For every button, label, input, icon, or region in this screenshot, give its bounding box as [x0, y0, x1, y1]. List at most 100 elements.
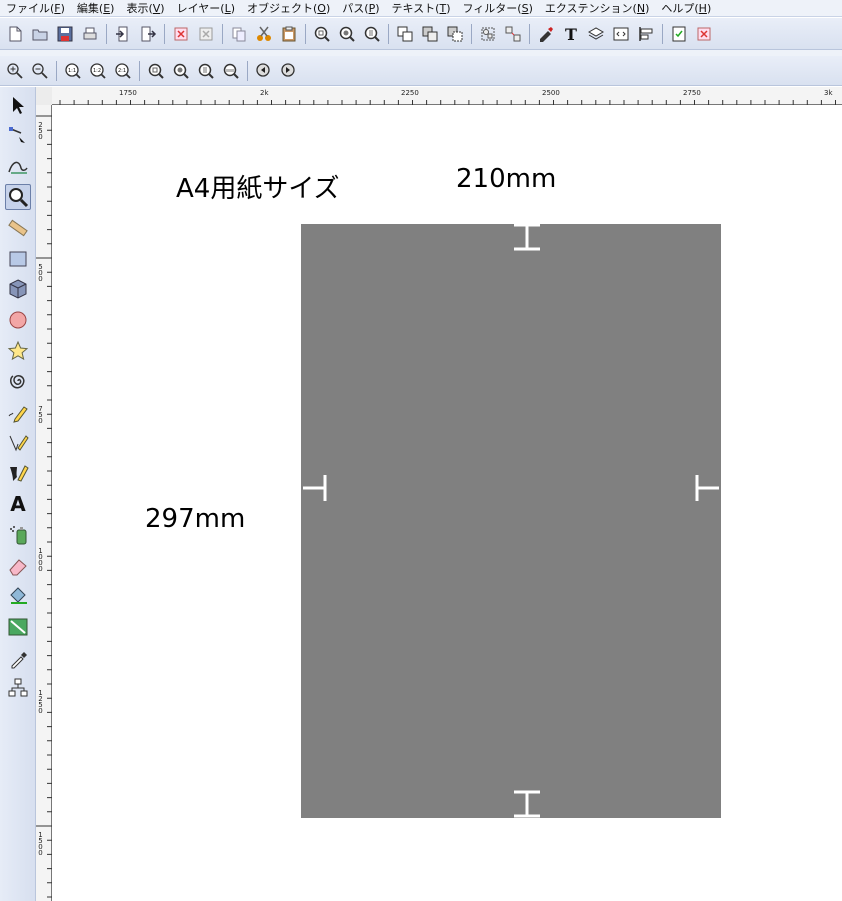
print-button[interactable]	[79, 23, 101, 45]
align-button[interactable]	[635, 23, 657, 45]
spiral-tool-button[interactable]	[5, 368, 31, 394]
save-icon	[57, 26, 73, 41]
rectangle-tool-button[interactable]	[5, 246, 31, 272]
menu-item-label-end: )	[375, 2, 380, 15]
selector-tool-button[interactable]	[5, 92, 31, 118]
layers-button[interactable]	[585, 23, 607, 45]
gradient-tool-button[interactable]	[5, 614, 31, 640]
group-button[interactable]	[477, 23, 499, 45]
paste-icon	[282, 26, 296, 41]
paste-button[interactable]	[278, 23, 300, 45]
menu-item-label-end: )	[645, 2, 650, 15]
paper-title-text[interactable]: A4用紙サイズ	[176, 168, 340, 205]
export-button[interactable]	[137, 23, 159, 45]
cut-button[interactable]	[253, 23, 275, 45]
preferences-button[interactable]	[693, 23, 715, 45]
menu-item[interactable]: テキスト(T)	[392, 0, 451, 16]
menu-item[interactable]: 表示(V)	[126, 0, 164, 16]
pen-tool-button[interactable]	[5, 430, 31, 456]
redo-button[interactable]	[195, 23, 217, 45]
ellipse-tool-button[interactable]	[5, 307, 31, 333]
zoom-1-2-button[interactable]: 1:2	[87, 60, 109, 82]
zoom-prev-button[interactable]	[253, 60, 275, 82]
vertical-ruler[interactable]: 250 500 750 1000 1250 1500	[36, 105, 52, 901]
copy-button[interactable]	[228, 23, 250, 45]
fill-stroke-icon	[540, 26, 553, 42]
document-properties-button[interactable]	[668, 23, 690, 45]
zoom-toolbar: 1:1 1:2 2:1	[0, 56, 842, 86]
ruler-label: 1250	[38, 689, 43, 715]
save-button[interactable]	[54, 23, 76, 45]
zoom-drawing-button[interactable]	[170, 60, 192, 82]
star-tool-button[interactable]	[5, 338, 31, 364]
zoom-selection-button[interactable]	[311, 23, 333, 45]
menu-item[interactable]: パス(P)	[342, 0, 379, 16]
3d-box-tool-icon	[9, 279, 27, 299]
unlink-clone-button[interactable]	[444, 23, 466, 45]
menu-item[interactable]: レイヤー(L)	[177, 0, 235, 16]
menu-bar: ファイル(F) 編集(E) 表示(V) レイヤー(L) オブジェクト(O) パス(P) テキ…	[0, 0, 842, 17]
menu-item[interactable]: オブジェクト(O)	[247, 0, 330, 16]
zoom-drawing-button[interactable]	[336, 23, 358, 45]
new-document-button[interactable]	[4, 23, 26, 45]
connector-tool-icon	[8, 678, 28, 697]
ungroup-button[interactable]	[502, 23, 524, 45]
right-scale-handle[interactable]	[693, 472, 721, 504]
dropper-tool-button[interactable]	[5, 645, 31, 671]
zoom-1-1-icon: 1:1	[65, 62, 81, 79]
duplicate-button[interactable]	[394, 23, 416, 45]
ruler-label: 1000	[38, 547, 43, 573]
zoom-1-1-button[interactable]: 1:1	[62, 60, 84, 82]
xml-editor-button[interactable]	[610, 23, 632, 45]
node-tool-button[interactable]	[5, 123, 31, 149]
fill-stroke-button[interactable]	[535, 23, 557, 45]
menu-item[interactable]: ヘルプ(H)	[661, 0, 711, 16]
menu-item[interactable]: 編集(E)	[77, 0, 115, 16]
horizontal-ruler-ticks	[59, 100, 836, 105]
3d-box-tool-button[interactable]	[5, 276, 31, 302]
pencil-tool-button[interactable]	[5, 399, 31, 425]
menu-item[interactable]: エクステンション(N)	[545, 0, 650, 16]
zoom-tool-button[interactable]	[5, 184, 31, 211]
menu-item-label-end: )	[160, 2, 165, 15]
drawing-canvas[interactable]: A4用紙サイズ 210mm 297mm	[53, 106, 842, 901]
calligraphy-tool-button[interactable]	[5, 460, 31, 486]
height-dimension-text[interactable]: 297mm	[145, 504, 245, 534]
copy-icon	[232, 27, 246, 41]
paint-bucket-tool-button[interactable]	[5, 583, 31, 609]
left-scale-handle[interactable]	[301, 472, 329, 504]
horizontal-ruler[interactable]: 1750 2k 2250 2500 2750 3k	[52, 87, 842, 105]
ruler-label: 750	[38, 405, 43, 425]
zoom-out-button[interactable]	[29, 60, 51, 82]
menu-item[interactable]: ファイル(F)	[6, 0, 65, 16]
a4-paper-rectangle[interactable]	[301, 224, 721, 818]
zoom-prev-icon	[256, 62, 270, 77]
bottom-scale-handle[interactable]	[511, 789, 543, 819]
top-scale-handle[interactable]	[511, 222, 543, 252]
zoom-page-button[interactable]	[195, 60, 217, 82]
open-button[interactable]	[29, 23, 51, 45]
zoom-2-1-button[interactable]: 2:1	[112, 60, 134, 82]
spray-tool-button[interactable]	[5, 522, 31, 548]
measure-tool-button[interactable]	[5, 215, 31, 241]
text-tool-button[interactable]: A	[5, 491, 31, 517]
zoom-drawing-icon	[339, 26, 355, 42]
import-button[interactable]	[112, 23, 134, 45]
zoom-page-width-button[interactable]	[220, 60, 242, 82]
tweak-tool-icon	[8, 162, 28, 175]
zoom-selection-button[interactable]	[145, 60, 167, 82]
print-icon	[83, 27, 97, 39]
clone-button[interactable]	[419, 23, 441, 45]
tweak-tool-button[interactable]	[5, 153, 31, 179]
zoom-next-button[interactable]	[278, 60, 300, 82]
text-font-button[interactable]: T	[560, 23, 582, 45]
ruler-label: 1750	[119, 89, 137, 97]
eraser-tool-button[interactable]	[5, 553, 31, 579]
menu-item[interactable]: フィルター(S)	[463, 0, 533, 16]
width-dimension-text[interactable]: 210mm	[456, 164, 556, 194]
connector-tool-button[interactable]	[5, 675, 31, 701]
zoom-in-button[interactable]	[4, 60, 26, 82]
undo-button[interactable]	[170, 23, 192, 45]
zoom-page-button[interactable]	[361, 23, 383, 45]
menu-item-label: 編集(	[76, 2, 104, 15]
